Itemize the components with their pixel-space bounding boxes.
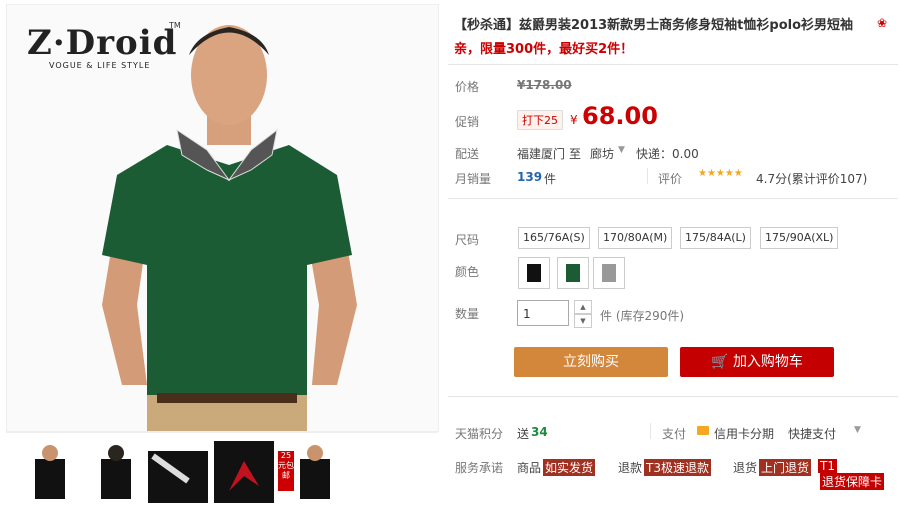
- payment-label: 支付: [662, 427, 687, 441]
- divider: [448, 64, 898, 65]
- promo-label: 促销: [455, 115, 480, 129]
- service-item: 退款 T3极速退款: [618, 459, 711, 476]
- add-to-cart-label: 加入购物车: [732, 354, 803, 370]
- stock-info: 件 (库存290件): [600, 309, 685, 323]
- quantity-decrease-icon[interactable]: ▼: [574, 314, 592, 328]
- size-option-l[interactable]: 175/84A(L): [680, 227, 751, 249]
- service-item: T1退货保障卡: [818, 459, 885, 490]
- discount-badge: 打下25: [517, 110, 563, 130]
- product-title: 【秒杀通】兹爵男装2013新款男士商务修身短袖t恤衫polo衫男短袖: [454, 18, 854, 33]
- points-prefix: 送: [517, 427, 530, 441]
- service-label: 服务承诺: [455, 461, 504, 475]
- star-rating-icon: ★★★★★: [698, 168, 743, 179]
- shipping-label: 配送: [455, 147, 480, 161]
- quick-pay[interactable]: 快捷支付: [788, 425, 836, 442]
- sales-unit: 件: [544, 172, 557, 186]
- credit-installment[interactable]: 信用卡分期: [714, 425, 774, 442]
- points-value: 34: [531, 425, 548, 439]
- divider: [448, 198, 898, 199]
- cart-icon: 🛒: [711, 354, 729, 370]
- service-item: 商品 如实发货: [517, 459, 596, 476]
- thumbnail-4[interactable]: [214, 441, 274, 503]
- size-option-s[interactable]: 165/76A(S): [518, 227, 590, 249]
- size-option-m[interactable]: 170/80A(M): [598, 227, 673, 249]
- main-product-image[interactable]: Z·Droid TM VOGUE & LIFE STYLE: [6, 4, 439, 432]
- brand-logo: Z·Droid TM VOGUE & LIFE STYLE: [27, 21, 181, 70]
- points-label: 天猫积分: [455, 427, 504, 441]
- quantity-input[interactable]: 1: [517, 300, 569, 326]
- sales-count: 139: [517, 170, 543, 184]
- buy-now-button[interactable]: 立刻购买: [514, 347, 668, 377]
- service-item: 退货 上门退货: [733, 459, 812, 476]
- color-swatch-gray[interactable]: [593, 257, 625, 289]
- price-label: 价格: [455, 80, 480, 94]
- size-option-xl[interactable]: 175/90A(XL): [760, 227, 839, 249]
- thumbnail-5[interactable]: 25元包邮: [278, 441, 338, 503]
- chevron-down-icon[interactable]: ▼: [854, 425, 861, 435]
- currency-symbol: ¥: [570, 113, 578, 127]
- quantity-label: 数量: [455, 307, 480, 321]
- thumbnail-strip: 25元包邮: [6, 432, 437, 511]
- shipping-destination[interactable]: 廊坊: [590, 145, 614, 162]
- divider: [647, 168, 648, 184]
- brand-name: Z·Droid: [27, 23, 178, 63]
- chevron-down-icon[interactable]: ▼: [618, 145, 625, 155]
- thumbnail-3[interactable]: [148, 441, 208, 503]
- review-label: 评价: [658, 172, 683, 186]
- divider: [448, 396, 898, 397]
- trademark-mark: TM: [169, 21, 181, 30]
- color-swatch-green[interactable]: [557, 257, 589, 289]
- express-fee: 快递：0.00: [636, 147, 699, 161]
- credit-card-icon: [697, 426, 709, 435]
- shipping-to-word: 至: [569, 147, 582, 161]
- divider: [650, 423, 651, 439]
- gallery: Z·Droid TM VOGUE & LIFE STYLE 25元包邮: [0, 0, 439, 512]
- thumbnail-2[interactable]: [86, 441, 146, 503]
- current-price: 68.00: [582, 102, 658, 130]
- promo-text: 亲，限量300件，最好买2件！: [454, 42, 634, 57]
- original-price: ¥178.00: [517, 78, 572, 92]
- thumbnail-1[interactable]: [20, 441, 80, 503]
- size-label: 尺码: [455, 233, 480, 247]
- quantity-increase-icon[interactable]: ▲: [574, 300, 592, 314]
- shipping-from: 福建厦门: [517, 147, 566, 161]
- heart-icon: ❀: [877, 16, 888, 30]
- color-swatch-black[interactable]: [518, 257, 550, 289]
- rating-link[interactable]: 4.7分(累计评价107): [756, 170, 867, 187]
- sales-label: 月销量: [455, 172, 492, 186]
- add-to-cart-button[interactable]: 🛒 加入购物车: [680, 347, 834, 377]
- color-label: 颜色: [455, 265, 480, 279]
